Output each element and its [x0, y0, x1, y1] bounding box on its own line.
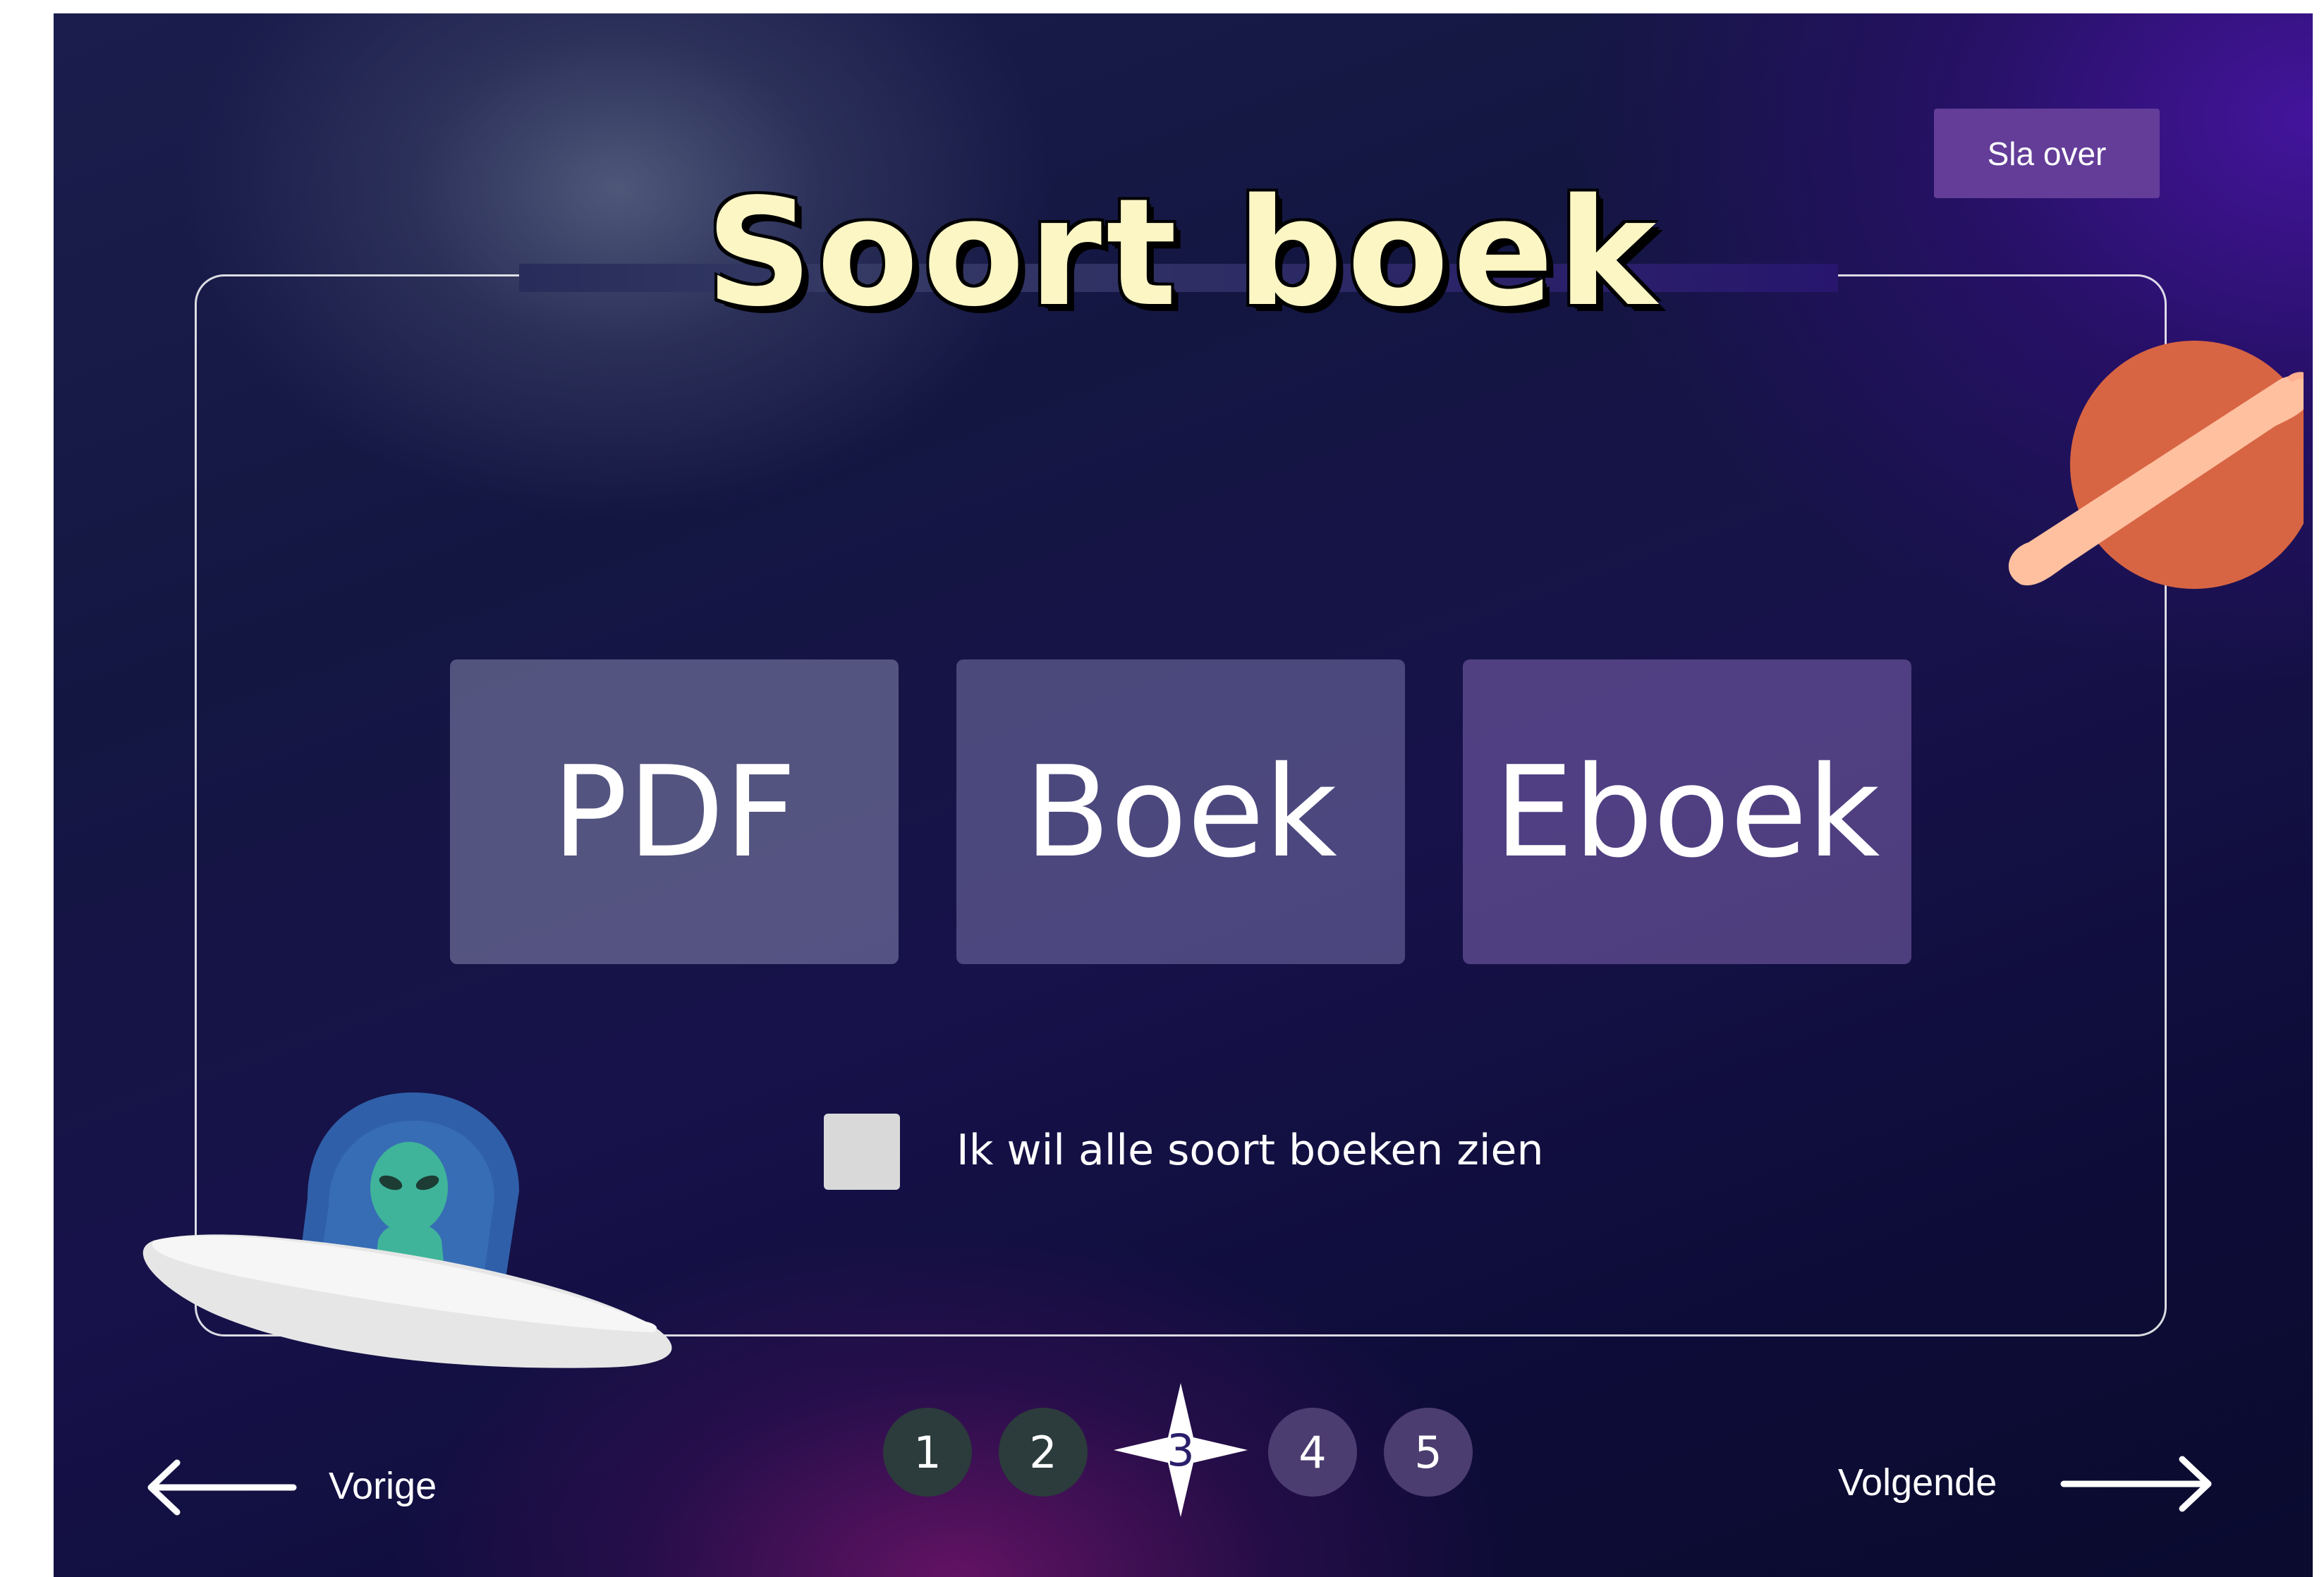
- step-1[interactable]: 1: [883, 1408, 972, 1497]
- arrow-right-icon: [2060, 1456, 2212, 1512]
- step-2[interactable]: 2: [999, 1408, 1088, 1497]
- arrow-left-icon: [147, 1459, 297, 1516]
- ufo-illustration: [142, 1092, 672, 1368]
- planet-illustration: [2009, 341, 2304, 589]
- option-eboek[interactable]: Eboek: [1463, 659, 1911, 964]
- option-pdf[interactable]: PDF: [450, 659, 899, 964]
- next-label: Volgende: [1838, 1461, 1997, 1504]
- show-all-label: Ik wil alle soort boeken zien: [956, 1126, 1544, 1175]
- step-3-label: 3: [1167, 1424, 1195, 1476]
- option-boek[interactable]: Boek: [956, 659, 1405, 964]
- step-4[interactable]: 4: [1268, 1408, 1357, 1497]
- step-5[interactable]: 5: [1384, 1408, 1473, 1497]
- step-3-current[interactable]: 3: [1114, 1383, 1248, 1517]
- onboarding-screen: Soort boek Sla over PDF Boek Eboek Ik wi…: [54, 13, 2313, 1577]
- next-button[interactable]: Volgende: [1838, 1452, 2219, 1516]
- previous-button[interactable]: Vorige: [145, 1456, 470, 1519]
- show-all-checkbox[interactable]: [824, 1114, 900, 1190]
- skip-button[interactable]: Sla over: [1934, 109, 2160, 198]
- previous-label: Vorige: [329, 1465, 437, 1507]
